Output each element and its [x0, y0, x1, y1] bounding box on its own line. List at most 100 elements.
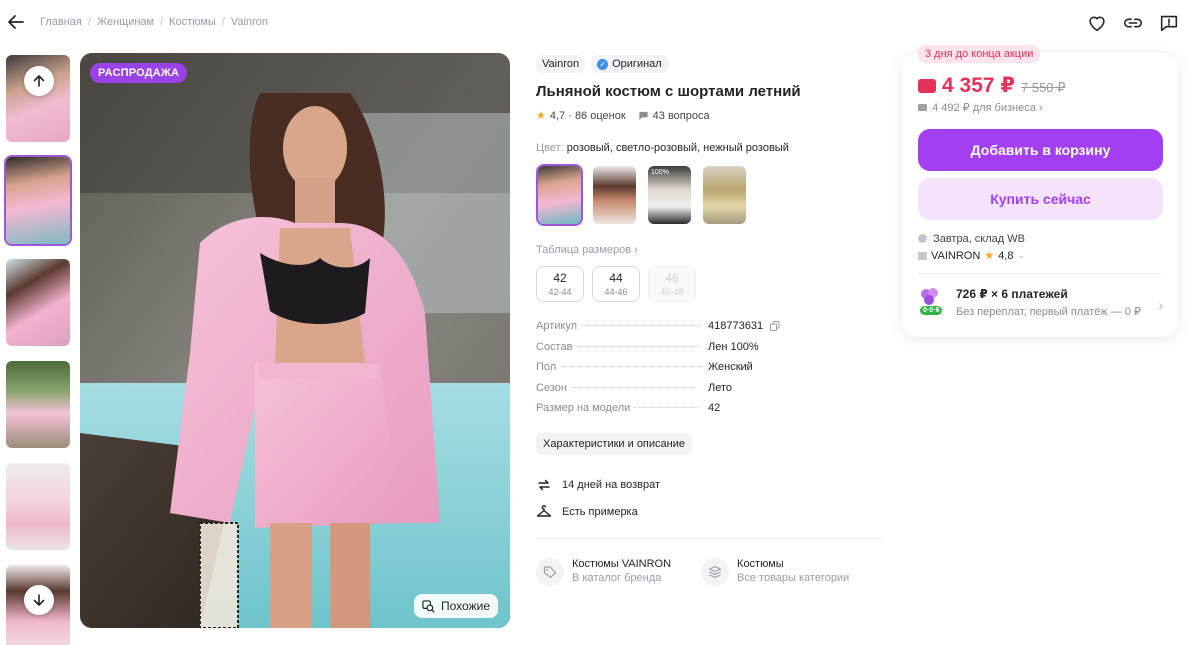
similar-label: Похожие [441, 599, 490, 613]
color-swatch[interactable]: 100% [646, 164, 693, 226]
spec-value: Женский [708, 361, 753, 373]
brand-chip[interactable]: Vainron [536, 55, 586, 73]
delivery-text: Завтра, склад WB [933, 233, 1025, 245]
breadcrumb-item[interactable]: Костюмы [169, 16, 216, 28]
rating-text[interactable]: 4,7 · 86 оценок [550, 110, 626, 122]
thumbnails-up-button[interactable] [24, 66, 54, 96]
star-icon: ★ [536, 110, 546, 122]
size-option[interactable]: 42 42-44 [536, 266, 584, 302]
back-arrow-icon[interactable] [6, 12, 26, 32]
heart-icon[interactable] [1086, 12, 1108, 34]
star-icon: ★ [984, 250, 995, 262]
size-range: 46-48 [660, 287, 684, 297]
spec-key: Пол [536, 361, 557, 373]
brand-catalog-link[interactable]: Костюмы VAINRON В каталог бренда [536, 557, 672, 586]
spec-row: Состав Лен 100% [536, 341, 881, 362]
size-option-unavailable: 46 46-48 [648, 266, 696, 302]
thumbnails-down-button[interactable] [24, 585, 54, 615]
divider [536, 537, 881, 539]
color-swatches: 100% [536, 164, 881, 226]
original-chip[interactable]: ✓ Оригинал [591, 55, 668, 73]
color-label: Цвет: розовый, светло-розовый, нежный ро… [536, 142, 881, 154]
feature-text: Есть примерка [562, 505, 638, 518]
chevron-right-icon: › [1158, 297, 1163, 313]
arrow-down-icon [33, 594, 45, 606]
thumbnail[interactable] [4, 257, 72, 348]
product-title: Льняной костюм с шортами летний [536, 83, 801, 100]
shop-icon [918, 251, 927, 260]
spec-leader [581, 325, 702, 326]
similar-search-icon [422, 599, 435, 613]
spec-key: Артикул [536, 320, 578, 332]
questions-icon [639, 111, 648, 120]
category-title: Костюмы VAINRON [572, 557, 672, 570]
seller-rating: 4,8 [998, 249, 1014, 262]
breadcrumb-item[interactable]: Главная [40, 16, 82, 28]
color-swatch[interactable] [701, 164, 748, 226]
seller-link[interactable]: VAINRON ★ 4,8 ⌄ [918, 249, 1025, 262]
main-product-image[interactable]: РАСПРОДАЖА Похожие [80, 53, 510, 628]
size-table-label: Таблица размеров [536, 244, 632, 256]
report-icon[interactable] [1158, 12, 1180, 34]
spec-value: Лен 100% [708, 340, 759, 353]
product-photo [80, 53, 510, 628]
return-arrows-icon [538, 479, 550, 490]
article-number[interactable]: 418773631 [708, 320, 763, 332]
breadcrumb: Главная / Женщинам / Костюмы / Vainron [40, 16, 269, 28]
hanger-icon [536, 504, 552, 517]
briefcase-icon [918, 104, 927, 111]
category-subtitle: Все товары категории [737, 571, 850, 584]
category-link[interactable]: Костюмы Все товары категории [701, 557, 850, 586]
thumbnail-list [4, 53, 74, 645]
color-swatch[interactable] [536, 164, 583, 226]
installment-badge: 0·0·6 [920, 306, 943, 315]
size-number: 46 [665, 271, 679, 285]
category-subtitle: В каталог бренда [572, 571, 662, 584]
buy-now-button[interactable]: Купить сейчас [918, 178, 1163, 220]
tag-icon [536, 557, 564, 586]
size-range: 42-44 [548, 287, 572, 297]
spec-key: Размер на модели [536, 402, 631, 414]
wallet-icon [918, 79, 936, 93]
color-swatch[interactable] [591, 164, 638, 226]
spec-key: Состав [536, 340, 573, 353]
questions-text[interactable]: 43 вопроса [653, 110, 710, 122]
category-title: Костюмы [737, 557, 784, 570]
divider [918, 273, 1163, 274]
breadcrumb-item[interactable]: Vainron [231, 16, 268, 28]
installment-subtitle: Без переплат, первый платёж — 0 ₽ [956, 306, 1141, 318]
feature-text: 14 дней на возврат [562, 478, 660, 491]
installment-logo-icon: 0·0·6 [918, 287, 943, 315]
thumbnail[interactable] [4, 461, 72, 552]
delivery-info: Завтра, склад WB [918, 233, 1025, 245]
size-table-link[interactable]: Таблица размеров › [536, 244, 881, 256]
similar-button[interactable]: Похожие [414, 594, 498, 618]
size-range: 44-46 [604, 287, 628, 297]
brand-row: Vainron ✓ Оригинал [536, 55, 881, 73]
add-to-cart-button[interactable]: Добавить в корзину [918, 129, 1163, 171]
spec-row: Артикул 418773631 [536, 320, 881, 341]
business-price-link[interactable]: 4 492 ₽ для бизнеса › [918, 101, 1043, 114]
breadcrumb-item[interactable]: Женщинам [97, 16, 154, 28]
thumbnail[interactable] [4, 155, 72, 246]
price-row: 4 357 ₽ 7 550 ₽ [918, 73, 1065, 98]
installment-title: 726 ₽ × 6 платежей [956, 287, 1068, 301]
spec-leader [576, 345, 700, 347]
size-option[interactable]: 44 44-46 [592, 266, 640, 302]
characteristics-button[interactable]: Характеристики и описание [536, 432, 692, 455]
buy-panel: 3 дня до конца акции 4 357 ₽ 7 550 ₽ 4 4… [902, 45, 1178, 337]
installment-offer[interactable]: 0·0·6 726 ₽ × 6 платежей Без переплат, п… [918, 287, 1163, 318]
copy-icon[interactable] [770, 321, 780, 332]
thumbnail[interactable] [4, 359, 72, 450]
business-price: 4 492 ₽ для бизнеса › [932, 102, 1043, 114]
specs-table: Артикул 418773631 Состав Лен 100% Пол Же… [536, 320, 881, 423]
spec-leader [634, 407, 701, 408]
link-icon[interactable] [1122, 12, 1144, 34]
spec-row: Сезон Лето [536, 382, 881, 403]
rating-row: ★ 4,7 · 86 оценок 43 вопроса [536, 109, 881, 123]
arrow-up-icon [33, 75, 45, 87]
spec-key: Сезон [536, 381, 567, 394]
spec-row: Размер на модели 42 [536, 402, 881, 423]
old-price: 7 550 ₽ [1021, 80, 1066, 95]
spec-row: Пол Женский [536, 361, 881, 382]
